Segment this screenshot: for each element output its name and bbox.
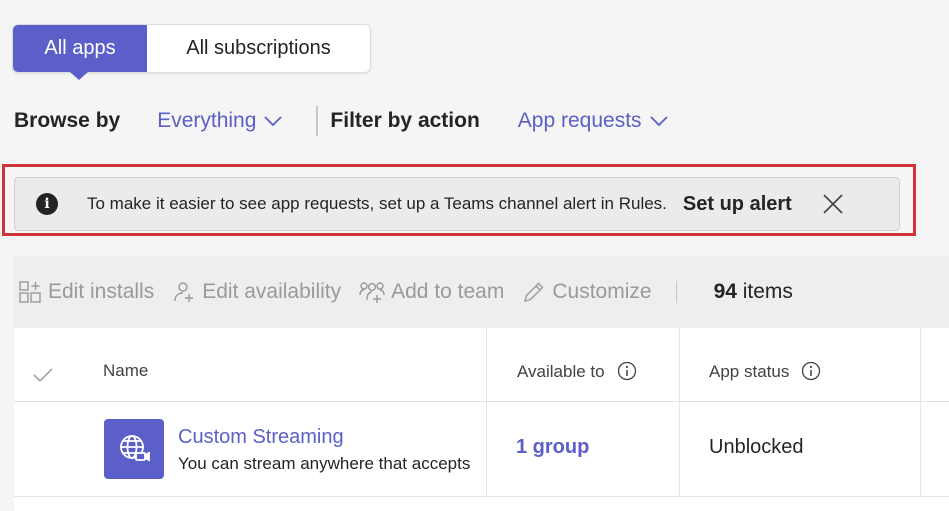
filter-by-action-value: App requests — [517, 109, 642, 132]
column-header-available-to[interactable]: Available to — [517, 361, 637, 382]
tab-all-subscriptions[interactable]: All subscriptions — [147, 25, 370, 72]
globe-video-icon — [120, 435, 150, 462]
edit-availability-label: Edit availability — [202, 280, 342, 303]
app-status-label: App status — [709, 362, 790, 381]
available-to-label: Available to — [517, 362, 605, 381]
item-count: 94 items — [714, 280, 793, 304]
pencil-icon — [524, 282, 544, 302]
toolbar-divider — [675, 281, 677, 303]
table-row[interactable]: Custom Streaming You can stream anywhere… — [14, 402, 949, 497]
column-divider — [920, 328, 921, 496]
edit-availability-button[interactable]: Edit availability — [172, 280, 341, 304]
chevron-down-icon — [649, 116, 668, 126]
edit-installs-label: Edit installs — [48, 280, 155, 303]
people-add-icon — [359, 282, 385, 303]
item-count-number: 94 — [713, 280, 737, 303]
app-status-value: Unblocked — [709, 436, 804, 458]
column-header-app-status[interactable]: App status — [709, 361, 821, 382]
banner-highlight-box — [2, 164, 916, 236]
chevron-down-icon — [264, 116, 283, 126]
filter-by-action-label: Filter by action — [330, 109, 480, 132]
add-to-team-label: Add to team — [391, 280, 505, 303]
browse-by-value: Everything — [157, 109, 257, 132]
checkmark-icon[interactable] — [32, 366, 54, 384]
app-icon — [104, 419, 164, 479]
item-count-suffix: items — [736, 280, 793, 303]
grid-add-icon — [19, 281, 41, 303]
add-to-team-button[interactable]: Add to team — [359, 280, 504, 304]
edit-installs-button[interactable]: Edit installs — [18, 280, 154, 304]
available-to-link[interactable]: 1 group — [516, 436, 589, 459]
filter-divider — [316, 106, 319, 136]
customize-button[interactable]: Customize — [522, 280, 652, 304]
table-header: Name Available to App status — [14, 328, 949, 402]
action-toolbar: Edit installs Edit availability Add to t… — [14, 256, 949, 328]
customize-label: Customize — [552, 280, 652, 303]
filter-row: Browse by Everything Filter by action Ap… — [14, 106, 714, 136]
person-add-icon — [174, 282, 194, 302]
app-name-link[interactable]: Custom Streaming — [178, 426, 344, 449]
tab-all-apps[interactable]: All apps — [13, 25, 147, 80]
apps-table: Name Available to App status Custom Stre… — [14, 328, 949, 511]
column-divider — [679, 328, 680, 496]
browse-by-label: Browse by — [14, 109, 121, 132]
app-tabs: All apps All subscriptions — [12, 24, 371, 80]
column-divider — [486, 328, 487, 496]
app-description: You can stream anywhere that accepts — [178, 454, 471, 473]
column-header-name[interactable]: Name — [103, 361, 148, 381]
filter-by-action-dropdown[interactable]: App requests — [518, 109, 668, 133]
info-icon[interactable] — [801, 361, 821, 381]
browse-by-dropdown[interactable]: Everything — [157, 109, 283, 133]
info-icon[interactable] — [617, 361, 637, 381]
